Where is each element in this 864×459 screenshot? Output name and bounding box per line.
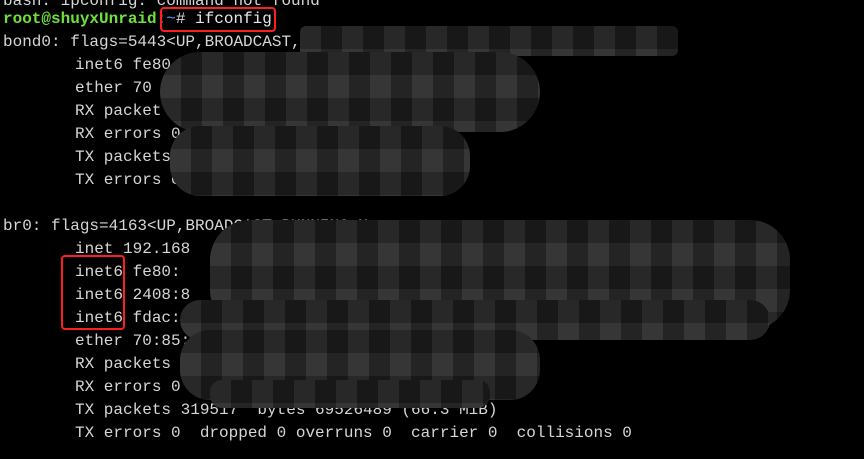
br0-rx-errors: RX errors 0 dro: [75, 378, 229, 396]
br0-header: br0: flags=4163<UP,BROADCAST,RUNNING,M: [3, 217, 368, 235]
br0-tx-errors: TX errors 0 dropped 0 overruns 0 carrier…: [75, 424, 632, 442]
br0-tx-packets: TX packets 319517 bytes 69526489 (66.3 M…: [75, 401, 498, 419]
bond0-rx-packets: RX packet: [75, 102, 162, 120]
bond0-tx-packets: TX packets 35: [75, 148, 200, 166]
prompt-line: root@shuyxUnraid:~# ifconfig: [3, 8, 272, 31]
br0-inet6-link-local: inet6 fe80:: [75, 263, 181, 281]
br0-ether: ether 70:85:c2: [75, 332, 210, 350]
br0-inet: inet 192.168: [75, 240, 191, 258]
redaction-mosaic: [180, 330, 540, 400]
bond0-rx-errors: RX errors 0: [75, 125, 181, 143]
br0-inet6-ula: inet6 fdac:a: [75, 309, 191, 327]
bond0-header: bond0: flags=5443<UP,BROADCAST,RUN: [3, 33, 330, 51]
redaction-mosaic: [160, 52, 540, 132]
redaction-mosaic: [300, 26, 678, 56]
prompt-user: root@shuyxUnraid: [3, 10, 157, 28]
br0-rx-packets: RX packets 3563: [75, 355, 220, 373]
br0-inet6-global: inet6 2408:8: [75, 286, 191, 304]
command-text: ifconfig: [195, 10, 272, 28]
bond0-inet6: inet6 fe80: [75, 56, 172, 74]
prompt-separator: :: [156, 10, 167, 28]
prompt-path: ~: [166, 10, 176, 28]
redaction-mosaic: [180, 300, 770, 340]
bond0-ether: ether 70: [75, 79, 152, 97]
prompt-symbol: #: [175, 10, 186, 28]
bond0-tx-errors: TX errors 0 dropp: [75, 171, 248, 189]
